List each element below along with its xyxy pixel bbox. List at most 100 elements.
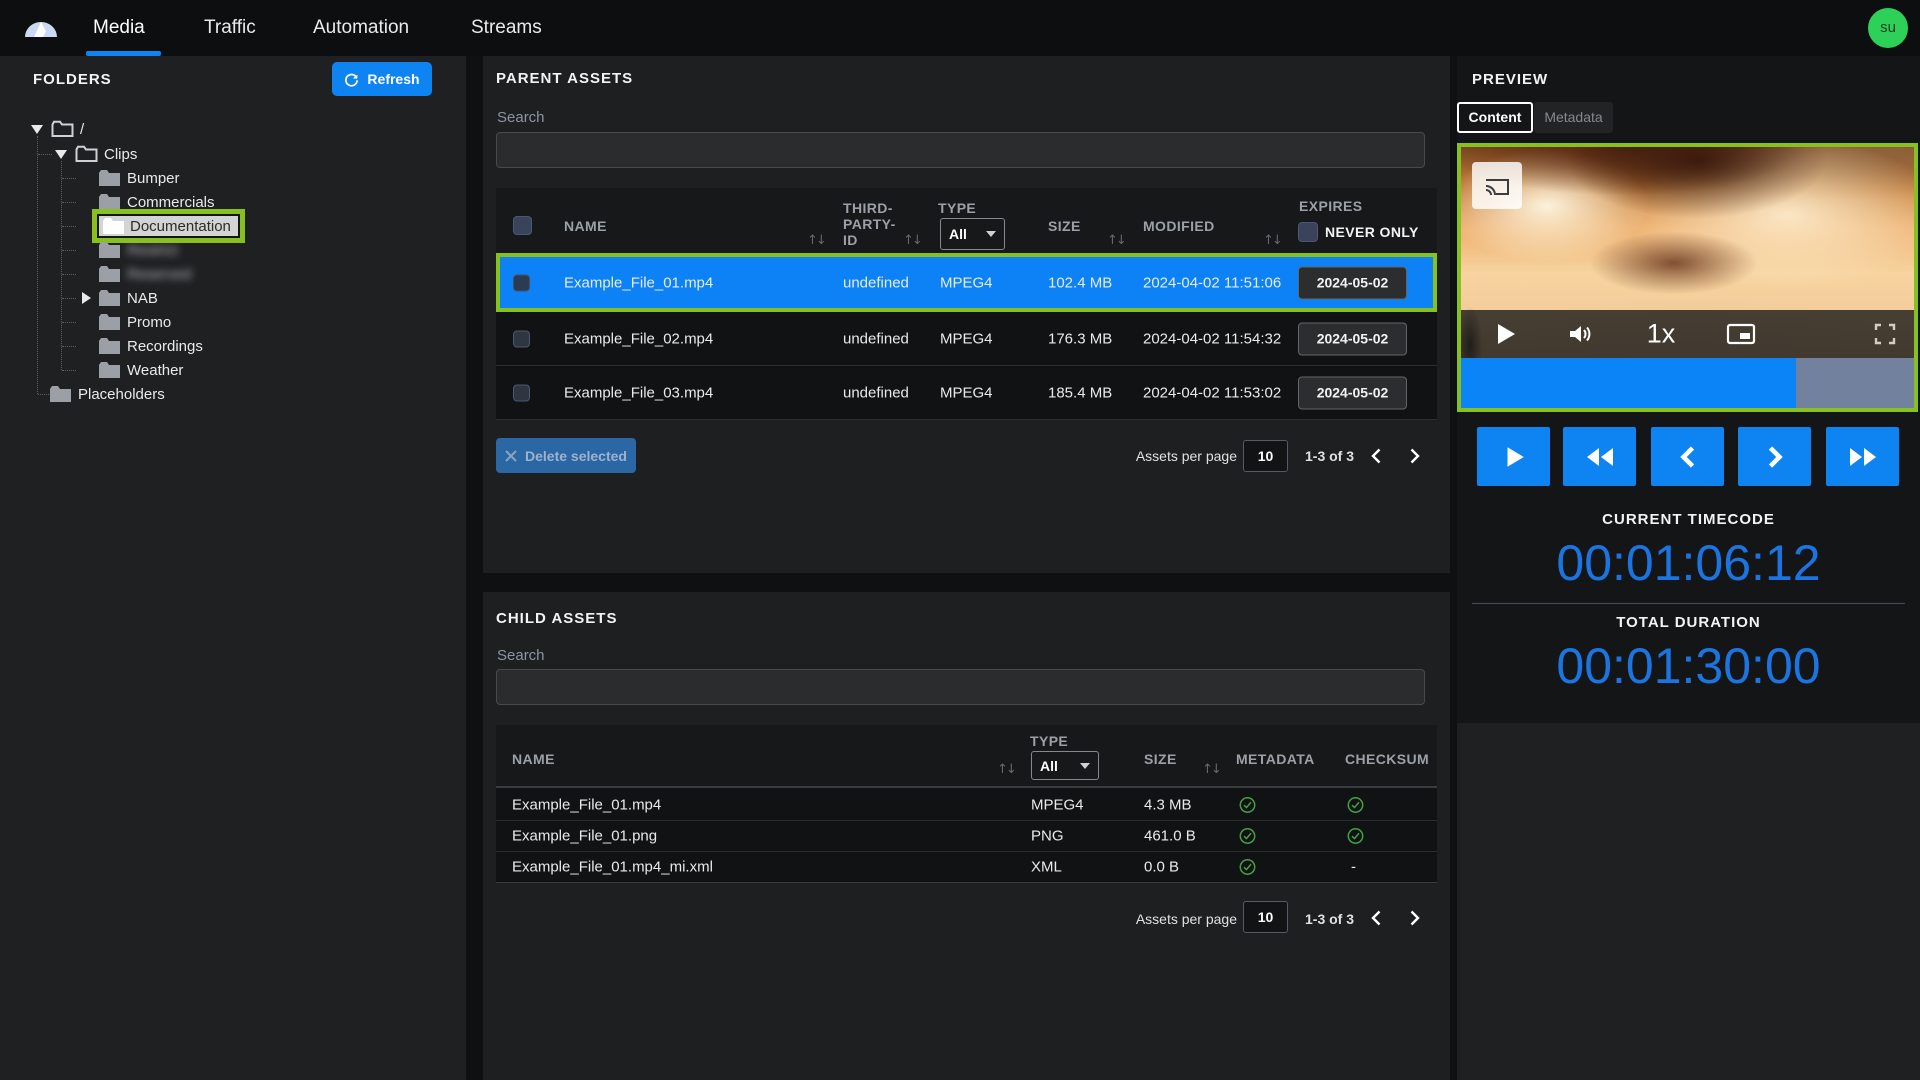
- sort-icon[interactable]: ↑↓: [903, 233, 923, 248]
- table-row[interactable]: Example_File_01.png PNG 461.0 B: [496, 821, 1437, 852]
- parent-search-input[interactable]: [496, 132, 1425, 168]
- video-player[interactable]: 1x: [1457, 143, 1918, 412]
- prev-page-icon[interactable]: [1367, 908, 1387, 928]
- table-row[interactable]: Example_File_03.mp4 undefined MPEG4 185.…: [496, 366, 1437, 420]
- volume-icon[interactable]: [1568, 322, 1594, 346]
- sort-icon[interactable]: ↑↓: [1263, 233, 1283, 248]
- table-row-selected[interactable]: Example_File_01.mp4 undefined MPEG4 102.…: [496, 253, 1437, 312]
- folders-panel: FOLDERS Refresh / Clips Bumper Commercia…: [0, 56, 466, 1080]
- tree-item-clips[interactable]: Clips: [0, 142, 466, 166]
- video-controls-bar: 1x: [1461, 310, 1914, 358]
- folder-icon: [50, 386, 71, 402]
- metadata-check-icon: [1239, 797, 1256, 813]
- preview-column: PREVIEW Content Metadata 1x CURRENT TIME…: [1457, 56, 1920, 1080]
- child-assets-title: CHILD ASSETS: [496, 610, 618, 627]
- folder-icon: [103, 218, 124, 234]
- playback-speed[interactable]: 1x: [1647, 319, 1676, 350]
- metadata-check-icon: [1239, 828, 1256, 844]
- pagination-range: 1-3 of 3: [1305, 448, 1355, 464]
- caret-down-icon: [1080, 762, 1090, 769]
- tab-traffic[interactable]: Traffic: [204, 0, 256, 56]
- table-row[interactable]: Example_File_01.mp4_mi.xml XML 0.0 B -: [496, 852, 1437, 883]
- sort-icon[interactable]: ↑↓: [997, 762, 1017, 777]
- type-filter-dropdown[interactable]: All: [940, 218, 1005, 250]
- checksum-missing: -: [1351, 858, 1356, 876]
- per-page-input[interactable]: 10: [1243, 901, 1288, 933]
- expires-date-button[interactable]: 2024-05-02: [1298, 322, 1407, 355]
- fast-forward-icon: [1849, 447, 1876, 466]
- next-page-icon[interactable]: [1404, 908, 1424, 928]
- row-checkbox[interactable]: [513, 330, 530, 347]
- rewind-icon: [1586, 447, 1613, 466]
- play-button[interactable]: [1477, 427, 1550, 486]
- row-checkbox[interactable]: [513, 274, 530, 291]
- tree-item-placeholders[interactable]: Placeholders: [0, 382, 466, 406]
- child-search-input[interactable]: [496, 669, 1425, 705]
- chevron-left-icon: [1679, 445, 1694, 468]
- rewind-button[interactable]: [1563, 427, 1636, 486]
- fast-forward-button[interactable]: [1826, 427, 1899, 486]
- never-only-checkbox[interactable]: [1298, 222, 1318, 242]
- checksum-check-icon: [1347, 797, 1364, 813]
- expander-icon[interactable]: [31, 124, 43, 134]
- play-icon[interactable]: [1495, 322, 1517, 346]
- fullscreen-icon[interactable]: [1873, 322, 1897, 346]
- tree-item-blurred[interactable]: Restrict: [0, 238, 466, 262]
- prev-page-icon[interactable]: [1367, 446, 1387, 466]
- tab-metadata[interactable]: Metadata: [1534, 102, 1613, 133]
- per-page-input[interactable]: 10: [1243, 440, 1288, 472]
- selected-folder[interactable]: Documentation: [92, 209, 245, 243]
- top-nav: Media Traffic Automation Streams su: [0, 0, 1920, 56]
- current-timecode-value: 00:01:06:12: [1556, 535, 1821, 591]
- sort-icon[interactable]: ↑↓: [807, 233, 827, 248]
- tree-item-recordings[interactable]: Recordings: [0, 334, 466, 358]
- current-timecode-label: CURRENT TIMECODE: [1602, 511, 1775, 528]
- folder-icon: [99, 266, 120, 282]
- brand-logo-icon[interactable]: [23, 14, 59, 38]
- expander-icon[interactable]: [82, 292, 91, 304]
- child-assets-table: NAME ↑↓ TYPE All SIZE ↑↓ METADATA CHECKS…: [496, 725, 1437, 883]
- tab-media[interactable]: Media: [93, 0, 145, 56]
- row-checkbox[interactable]: [513, 384, 530, 401]
- user-avatar[interactable]: su: [1868, 8, 1908, 48]
- tree-item-bumper[interactable]: Bumper: [0, 166, 466, 190]
- tab-automation[interactable]: Automation: [313, 0, 409, 56]
- tree-item-nab[interactable]: NAB: [0, 286, 466, 310]
- tab-streams[interactable]: Streams: [471, 0, 542, 56]
- col-third-party-id: THIRD- PARTY- ID: [843, 200, 896, 248]
- x-icon: [505, 449, 517, 462]
- step-back-button[interactable]: [1651, 427, 1724, 486]
- next-page-icon[interactable]: [1404, 446, 1424, 466]
- refresh-icon: [345, 73, 359, 87]
- child-assets-panel: CHILD ASSETS Search NAME ↑↓ TYPE All SIZ…: [483, 592, 1450, 1080]
- tree-item-documentation[interactable]: Documentation: [0, 209, 466, 243]
- tree-item-promo[interactable]: Promo: [0, 310, 466, 334]
- pip-icon[interactable]: [1726, 322, 1756, 346]
- folder-icon: [99, 338, 120, 354]
- table-row[interactable]: Example_File_02.mp4 undefined MPEG4 176.…: [496, 312, 1437, 366]
- expander-icon[interactable]: [55, 149, 67, 159]
- play-icon: [1507, 446, 1524, 467]
- tab-content[interactable]: Content: [1457, 102, 1533, 133]
- cast-button[interactable]: [1472, 162, 1522, 209]
- refresh-button[interactable]: Refresh: [332, 62, 432, 96]
- sort-icon[interactable]: ↑↓: [1202, 762, 1222, 777]
- caret-down-icon: [986, 231, 996, 237]
- folders-title: FOLDERS: [33, 71, 112, 88]
- select-all-checkbox[interactable]: [513, 216, 532, 235]
- tree-item-root[interactable]: /: [0, 117, 466, 141]
- tree-item-commercials[interactable]: Commercials: [0, 190, 466, 214]
- type-filter-dropdown[interactable]: All: [1031, 751, 1099, 780]
- table-row[interactable]: Example_File_01.mp4 MPEG4 4.3 MB: [496, 790, 1437, 821]
- expires-date-button[interactable]: 2024-05-02: [1298, 266, 1407, 299]
- folder-open-icon: [51, 120, 74, 137]
- step-forward-button[interactable]: [1738, 427, 1811, 486]
- sort-icon[interactable]: ↑↓: [1107, 233, 1127, 248]
- parent-assets-panel: PARENT ASSETS Search NAME ↑↓ THIRD- PARTY…: [483, 56, 1450, 573]
- expires-date-button[interactable]: 2024-05-02: [1298, 376, 1407, 409]
- video-progress-track[interactable]: [1461, 358, 1914, 408]
- tree-item-blurred[interactable]: Reserved: [0, 262, 466, 286]
- folder-open-icon: [75, 145, 98, 162]
- tree-item-weather[interactable]: Weather: [0, 358, 466, 382]
- delete-selected-button[interactable]: Delete selected: [496, 438, 636, 473]
